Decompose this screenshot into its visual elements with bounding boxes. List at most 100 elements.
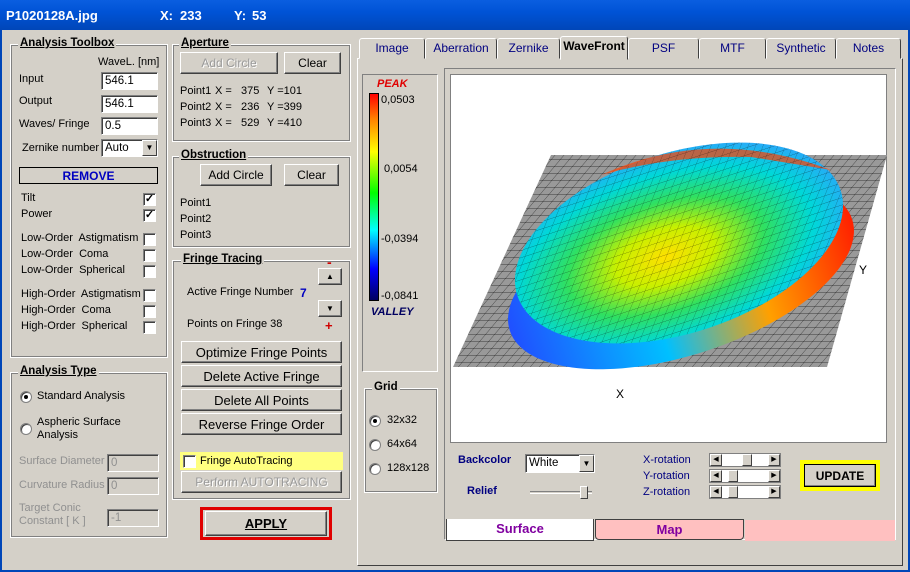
- x-rotation-slider[interactable]: ◀ ▶: [709, 453, 781, 467]
- grid-128-label: 128x128: [387, 462, 430, 474]
- aperture-clear-button[interactable]: Clear: [284, 52, 341, 74]
- grid-64-radio[interactable]: [369, 439, 381, 451]
- delete-all-points-button[interactable]: Delete All Points: [181, 389, 342, 411]
- surface-diameter-field[interactable]: 0: [107, 454, 159, 472]
- arrow-right-icon[interactable]: ▶: [768, 486, 780, 498]
- term-label-3: Low-Order Coma: [21, 248, 109, 260]
- term-checkbox-2[interactable]: [143, 233, 156, 246]
- relief-thumb[interactable]: [580, 486, 588, 499]
- term-checkbox-5[interactable]: [143, 289, 156, 302]
- fringe-increment-indicator: +: [325, 318, 333, 333]
- fringe-autotracing-checkbox[interactable]: [183, 455, 196, 468]
- tab-aberration[interactable]: Aberration: [425, 38, 497, 59]
- term-label-0: Tilt: [21, 192, 36, 204]
- arrow-right-icon[interactable]: ▶: [768, 454, 780, 466]
- y-rotation-label: Y-rotation: [643, 470, 690, 482]
- tab-mtf[interactable]: MTF: [699, 38, 766, 59]
- standard-analysis-radio[interactable]: [20, 391, 32, 403]
- y-rotation-slider[interactable]: ◀ ▶: [709, 469, 781, 483]
- subtab-map[interactable]: Map: [595, 519, 744, 540]
- subtab-surface[interactable]: Surface: [446, 519, 594, 541]
- zernike-number-label: Zernike number: [22, 142, 100, 154]
- surface-plot-svg: [453, 142, 887, 370]
- tab-image[interactable]: Image: [359, 38, 425, 59]
- z-rotation-label: Z-rotation: [643, 486, 691, 498]
- arrow-left-icon[interactable]: ◀: [710, 454, 722, 466]
- aperture-point1-x: X = 375: [215, 85, 260, 97]
- chevron-down-icon[interactable]: ▼: [579, 455, 594, 472]
- target-conic-field[interactable]: -1: [107, 509, 159, 527]
- aperture-add-circle-button[interactable]: Add Circle: [180, 52, 278, 74]
- term-checkbox-7[interactable]: [143, 321, 156, 334]
- aperture-point1-y: Y =101: [267, 85, 302, 97]
- backcolor-value: White: [529, 457, 559, 469]
- fringe-tracing-title: Fringe Tracing: [181, 253, 265, 265]
- chevron-down-icon[interactable]: ▼: [142, 140, 157, 156]
- arrow-up-icon: ▲: [326, 272, 334, 281]
- update-button[interactable]: UPDATE: [804, 464, 876, 487]
- zernike-number-value: Auto: [105, 142, 129, 154]
- aspheric-analysis-radio[interactable]: [20, 423, 32, 435]
- curvature-radius-field[interactable]: 0: [107, 477, 159, 495]
- arrow-left-icon[interactable]: ◀: [710, 470, 722, 482]
- delete-active-fringe-button[interactable]: Delete Active Fringe: [181, 365, 342, 387]
- aperture-point2-label: Point2: [180, 101, 212, 113]
- backcolor-select[interactable]: White ▼: [525, 454, 595, 473]
- obstruction-point1: Point1: [180, 197, 212, 209]
- remove-button[interactable]: REMOVE: [19, 167, 158, 184]
- obstruction-add-circle-button[interactable]: Add Circle: [200, 164, 272, 186]
- input-wavelength-field[interactable]: 546.1: [101, 72, 158, 90]
- fringe-down-button[interactable]: ▼: [318, 300, 342, 317]
- aspheric-analysis-label: Aspheric Surface Analysis: [37, 416, 121, 441]
- arrow-right-icon[interactable]: ▶: [768, 470, 780, 482]
- aperture-point3-label: Point3: [180, 117, 212, 129]
- term-checkbox-1[interactable]: ✓: [143, 209, 156, 222]
- tab-wavefront[interactable]: WaveFront: [560, 36, 628, 60]
- waves-fringe-field[interactable]: 0.5: [101, 117, 158, 135]
- arrow-down-icon: ▼: [326, 304, 334, 313]
- term-checkbox-0[interactable]: ✓: [143, 193, 156, 206]
- reverse-fringe-order-button[interactable]: Reverse Fringe Order: [181, 413, 342, 435]
- perform-autotracing-button[interactable]: Perform AUTOTRACING: [181, 471, 342, 493]
- curvature-radius-label: Curvature Radius: [19, 479, 105, 491]
- x-coord-label: X:: [160, 8, 173, 23]
- tab-synthetic[interactable]: Synthetic: [766, 38, 836, 59]
- term-checkbox-4[interactable]: [143, 265, 156, 278]
- tab-psf[interactable]: PSF: [628, 38, 699, 59]
- term-label-5: High-Order Astigmatism: [21, 288, 141, 300]
- tab-notes[interactable]: Notes: [836, 38, 901, 59]
- y-rotation-thumb[interactable]: [728, 470, 738, 482]
- output-wavelength-field[interactable]: 546.1: [101, 95, 158, 113]
- x-rotation-thumb[interactable]: [742, 454, 752, 466]
- fringe-up-button[interactable]: ▲: [318, 268, 342, 285]
- term-label-2: Low-Order Astigmatism: [21, 232, 139, 244]
- z-rotation-thumb[interactable]: [728, 486, 738, 498]
- waves-fringe-label: Waves/ Fringe: [19, 118, 90, 130]
- grid-title: Grid: [372, 381, 400, 393]
- relief-slider[interactable]: [530, 486, 592, 499]
- x-axis-label: X: [616, 387, 625, 401]
- active-fringe-label: Active Fringe Number: [187, 286, 294, 298]
- analysis-toolbox-title: Analysis Toolbox: [18, 37, 117, 49]
- grid-64-label: 64x64: [387, 438, 417, 450]
- backcolor-label: Backcolor: [458, 454, 512, 466]
- term-checkbox-6[interactable]: [143, 305, 156, 318]
- optimize-fringe-points-button[interactable]: Optimize Fringe Points: [181, 341, 342, 363]
- tab-zernike[interactable]: Zernike: [497, 38, 560, 59]
- input-label: Input: [19, 73, 44, 85]
- obstruction-clear-button[interactable]: Clear: [284, 164, 339, 186]
- zernike-number-select[interactable]: Auto ▼: [101, 139, 158, 157]
- subtab-filler: [745, 520, 895, 541]
- wavefront-3d-plot[interactable]: Y X: [450, 74, 887, 443]
- x-rotation-label: X-rotation: [643, 454, 691, 466]
- grid-32-radio[interactable]: [369, 415, 381, 427]
- z-rotation-slider[interactable]: ◀ ▶: [709, 485, 781, 499]
- grid-128-radio[interactable]: [369, 463, 381, 475]
- standard-analysis-label: Standard Analysis: [37, 390, 126, 402]
- peak-label: PEAK: [377, 78, 408, 90]
- term-label-1: Power: [21, 208, 53, 220]
- term-checkbox-3[interactable]: [143, 249, 156, 262]
- apply-button[interactable]: APPLY: [205, 511, 327, 536]
- arrow-left-icon[interactable]: ◀: [710, 486, 722, 498]
- aperture-point3-y: Y =410: [267, 117, 302, 129]
